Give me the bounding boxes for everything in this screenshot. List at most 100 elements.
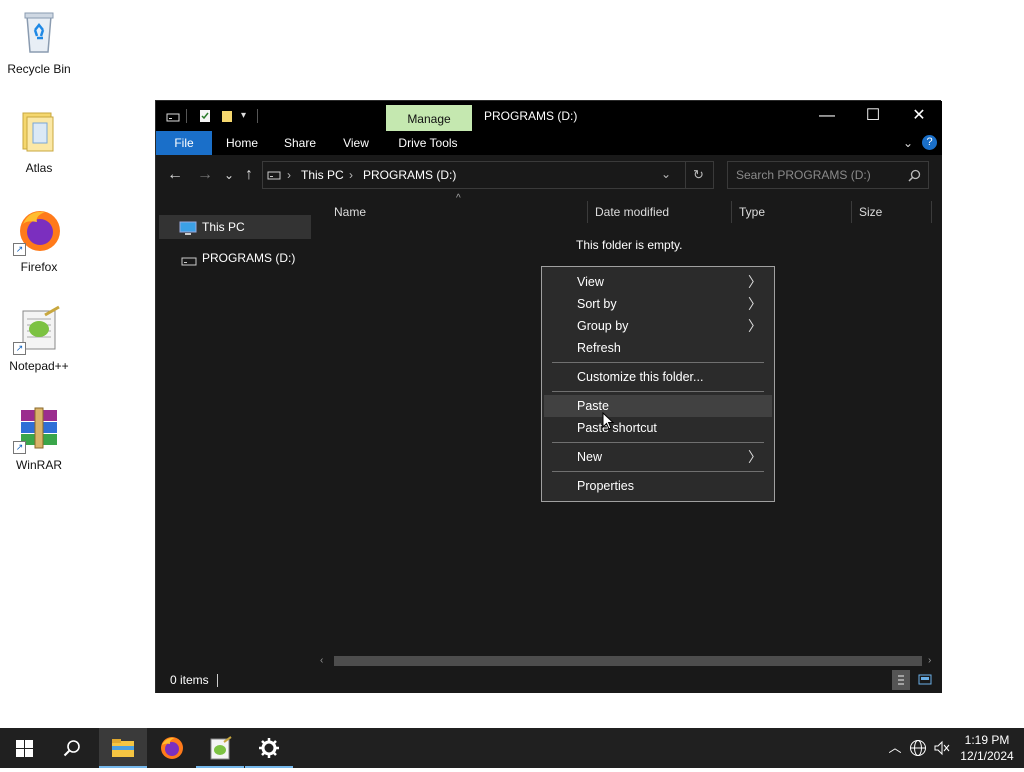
arrow-left-icon: ← — [167, 166, 183, 183]
search-icon[interactable] — [908, 169, 921, 185]
shortcut-arrow-icon: ↗ — [13, 441, 26, 454]
column-header-name[interactable]: Name — [334, 197, 584, 227]
arrow-up-icon: ↑ — [245, 166, 253, 183]
chevron-down-icon: ⌄ — [223, 168, 235, 182]
mouse-cursor-icon — [602, 411, 615, 433]
menu-item-sort-by[interactable]: Sort by 〉 — [544, 293, 772, 315]
drive-icon — [166, 111, 180, 125]
search-icon — [63, 740, 80, 757]
menu-item-new[interactable]: New 〉 — [544, 446, 772, 468]
shortcut-arrow-icon: ↗ — [13, 342, 26, 355]
forward-button[interactable]: → — [195, 165, 215, 185]
menu-item-view[interactable]: View 〉 — [544, 271, 772, 293]
taskbar-settings[interactable] — [245, 728, 293, 768]
chevron-right-icon: 〉 — [748, 318, 762, 334]
breadcrumb-programs-d[interactable]: PROGRAMS (D:) — [363, 168, 456, 182]
maximize-icon: ☐ — [865, 107, 881, 124]
firefox-icon — [161, 737, 183, 759]
show-hidden-icons-icon[interactable]: ︿ — [884, 728, 906, 768]
chevron-right-icon: 〉 — [748, 449, 762, 465]
search-box[interactable]: Search PROGRAMS (D:) — [727, 161, 929, 189]
taskbar-file-explorer[interactable] — [99, 728, 147, 768]
taskbar-firefox[interactable] — [148, 728, 196, 768]
start-button[interactable] — [0, 728, 48, 768]
tab-drive-tools[interactable]: Drive Tools — [388, 131, 468, 155]
large-icons-view-icon[interactable] — [916, 670, 934, 690]
column-header-size[interactable]: Size — [859, 197, 929, 227]
chevron-right-icon: 〉 — [748, 274, 762, 290]
network-globe-icon[interactable] — [907, 728, 929, 768]
column-header-date-modified[interactable]: Date modified — [595, 197, 725, 227]
menu-item-properties[interactable]: Properties — [544, 475, 772, 497]
desktop-icon-label: Firefox — [20, 260, 58, 274]
clock-time: 1:19 PM — [964, 733, 1010, 747]
address-bar[interactable]: › This PC › PROGRAMS (D:) ⌄ ↻ — [262, 161, 714, 189]
shortcut-arrow-icon: ↗ — [13, 243, 26, 256]
back-button[interactable]: ← — [165, 165, 185, 185]
tab-manage[interactable]: Manage — [386, 105, 472, 131]
title-bar[interactable]: ▾ Manage PROGRAMS (D:) — ☐ ✕ — [156, 101, 942, 131]
window-title: PROGRAMS (D:) — [484, 109, 578, 123]
menu-item-paste[interactable]: Paste — [544, 395, 772, 417]
help-icon[interactable]: ? — [922, 135, 937, 150]
menu-item-group-by[interactable]: Group by 〉 — [544, 315, 772, 337]
empty-folder-message: This folder is empty. — [576, 238, 683, 252]
desktop-icon-firefox[interactable]: ↗ Firefox — [2, 206, 76, 274]
properties-quick-access-icon[interactable] — [199, 109, 211, 123]
status-bar: 0 items — [156, 668, 942, 693]
menu-separator — [552, 362, 764, 363]
taskbar-search-button[interactable] — [48, 728, 96, 768]
desktop-icon-winrar[interactable]: ↗ WinRAR — [2, 404, 76, 472]
clock-date: 12/1/2024 — [960, 749, 1014, 763]
drive-icon — [267, 169, 281, 184]
menu-item-customize-folder[interactable]: Customize this folder... — [544, 366, 772, 388]
menu-item-paste-shortcut[interactable]: Paste shortcut — [544, 417, 772, 439]
up-button[interactable]: ↑ — [239, 165, 259, 185]
address-dropdown-icon[interactable]: ⌄ — [661, 167, 671, 181]
customize-quick-access-icon[interactable]: ▾ — [241, 109, 253, 123]
tab-file[interactable]: File — [156, 131, 212, 155]
desktop-icon-label: WinRAR — [15, 458, 62, 472]
computer-icon — [179, 219, 197, 243]
minimize-icon: — — [819, 107, 835, 124]
sidebar-item-programs-d[interactable]: PROGRAMS (D:) — [159, 246, 311, 270]
maximize-button[interactable]: ☐ — [850, 101, 896, 131]
new-folder-quick-access-icon[interactable] — [221, 109, 233, 123]
desktop-icon-recycle-bin[interactable]: Recycle Bin — [2, 8, 76, 76]
arrow-right-icon: → — [197, 166, 213, 183]
minimize-button[interactable]: — — [804, 101, 850, 131]
breadcrumb-this-pc[interactable]: This PC — [301, 168, 344, 182]
recent-locations-button[interactable]: ⌄ — [219, 165, 239, 185]
horizontal-scrollbar[interactable]: ‹ › — [316, 654, 942, 668]
menu-separator — [552, 471, 764, 472]
clock[interactable]: 1:19 PM 12/1/2024 — [956, 732, 1018, 764]
tab-home[interactable]: Home — [218, 131, 266, 155]
expand-ribbon-icon[interactable]: ⌄ — [900, 135, 916, 151]
desktop-icon-label: Recycle Bin — [7, 62, 71, 76]
breadcrumb-separator: › — [349, 168, 353, 182]
menu-separator — [552, 391, 764, 392]
breadcrumb-separator: › — [287, 168, 291, 182]
menu-separator — [552, 442, 764, 443]
desktop-icon-atlas[interactable]: Atlas — [2, 107, 76, 175]
desktop-icon-label: Notepad++ — [9, 359, 69, 373]
volume-muted-icon[interactable] — [931, 728, 953, 768]
scroll-right-icon[interactable]: › — [928, 654, 931, 668]
menu-item-refresh[interactable]: Refresh — [544, 337, 772, 359]
scroll-left-icon[interactable]: ‹ — [320, 654, 323, 668]
search-placeholder: Search PROGRAMS (D:) — [736, 168, 871, 182]
refresh-icon[interactable]: ↻ — [693, 167, 704, 183]
close-button[interactable]: ✕ — [896, 101, 942, 131]
sidebar-item-this-pc[interactable]: This PC — [159, 215, 311, 239]
drive-icon — [181, 251, 197, 275]
tab-share[interactable]: Share — [276, 131, 324, 155]
file-explorer-icon — [112, 739, 134, 757]
navigation-bar: ← → ⌄ ↑ › This PC › PROGRAMS (D:) ⌄ ↻ Se… — [156, 155, 942, 197]
winrar-icon: ↗ — [13, 404, 63, 454]
scrollbar-thumb[interactable] — [334, 656, 922, 666]
details-view-icon[interactable] — [892, 670, 910, 690]
desktop-icon-notepadpp[interactable]: ↗ Notepad++ — [2, 305, 76, 373]
taskbar-notepadpp[interactable] — [196, 728, 244, 768]
column-header-type[interactable]: Type — [739, 197, 849, 227]
tab-view[interactable]: View — [332, 131, 380, 155]
